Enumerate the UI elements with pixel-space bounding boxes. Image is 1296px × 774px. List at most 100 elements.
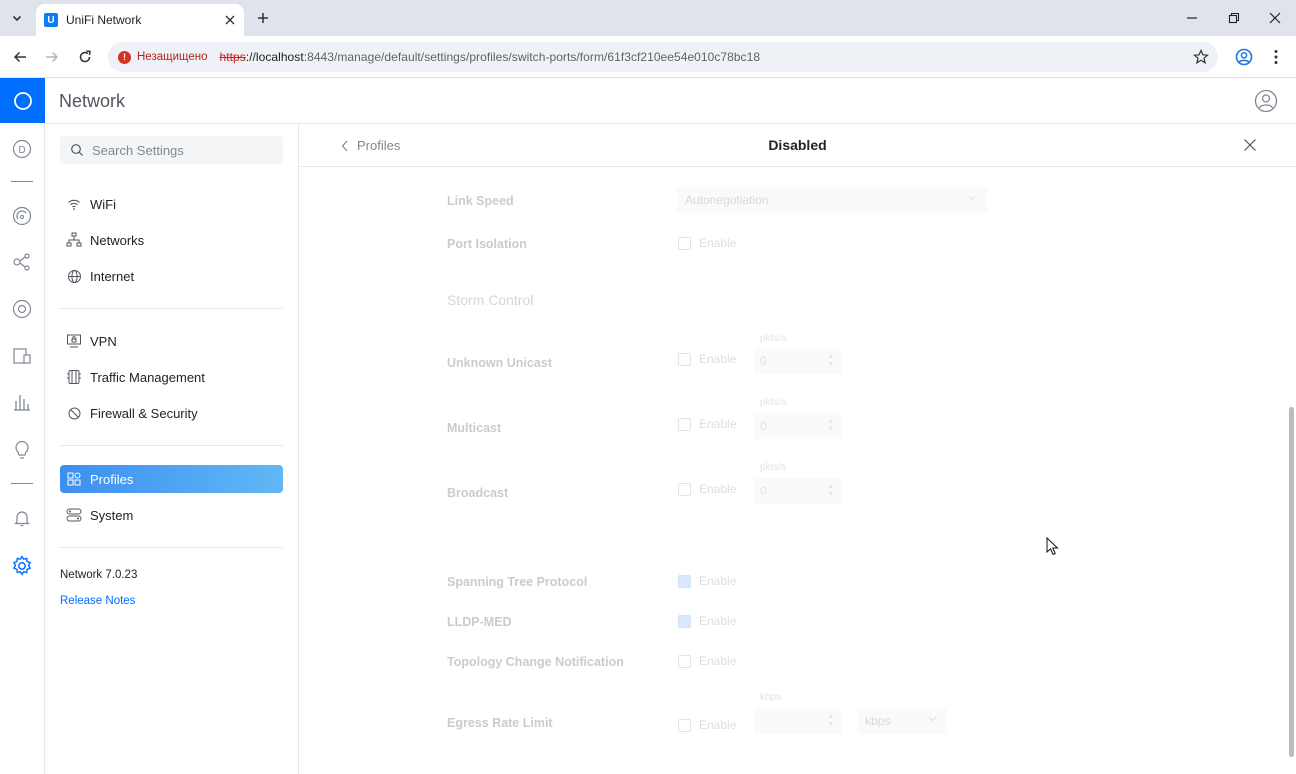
- sidebar-item-label: Networks: [90, 232, 145, 248]
- stepper-icon[interactable]: ▲ ▼: [827, 418, 834, 434]
- unknown-unicast-value: 0: [760, 354, 767, 368]
- chevron-down-icon: [968, 195, 977, 201]
- sidebar-item-internet[interactable]: Internet: [60, 262, 283, 290]
- browser-menu-button[interactable]: [1264, 45, 1288, 69]
- close-icon[interactable]: [1242, 137, 1258, 153]
- minimize-button[interactable]: [1180, 6, 1204, 30]
- arrow-left-icon: [13, 51, 26, 63]
- forward-nav-button[interactable]: [40, 45, 64, 69]
- sidebar-item-traffic-management[interactable]: Traffic Management: [60, 363, 283, 391]
- panel-header: Profiles Disabled: [299, 124, 1296, 167]
- port-isolation-enable-label: Enable: [699, 236, 737, 250]
- tcn-enable-label: Enable: [699, 654, 737, 668]
- unifi-logo-button[interactable]: [0, 78, 45, 123]
- multicast-unit: pkts/s: [760, 397, 787, 408]
- egress-rate-input[interactable]: ▲ ▼: [754, 708, 842, 734]
- reload-button[interactable]: [73, 45, 97, 69]
- sidebar-item-label: System: [90, 507, 134, 523]
- broadcast-unit: pkts/s: [760, 462, 787, 473]
- unknown-unicast-input[interactable]: 0 ▲ ▼: [754, 348, 842, 374]
- sidebar-item-wifi[interactable]: WiFi: [60, 190, 283, 218]
- rail-topology[interactable]: [10, 204, 34, 228]
- broadcast-enable-label: Enable: [699, 482, 737, 496]
- storm-control-heading: Storm Control: [447, 292, 534, 308]
- broadcast-input[interactable]: 0 ▲ ▼: [754, 478, 842, 504]
- profile-button[interactable]: [1232, 45, 1256, 69]
- stepper-icon[interactable]: ▲ ▼: [827, 353, 834, 369]
- scrollbar-thumb[interactable]: [1289, 407, 1294, 757]
- networks-icon: [66, 232, 82, 248]
- sidebar-divider: [60, 445, 283, 446]
- rail-divider: [11, 483, 33, 484]
- rail-clients[interactable]: [10, 297, 34, 321]
- account-circle-icon: [1235, 48, 1253, 66]
- statistics-icon: [14, 395, 30, 411]
- browser-tab-unifi[interactable]: U UniFi Network: [36, 4, 244, 36]
- sidebar-item-profiles[interactable]: Profiles: [60, 465, 283, 493]
- sidebar-item-networks[interactable]: Networks: [60, 226, 283, 254]
- unknown-unicast-checkbox[interactable]: [678, 353, 691, 366]
- stepper-icon[interactable]: ▲ ▼: [827, 483, 834, 499]
- multicast-checkbox[interactable]: [678, 418, 691, 431]
- window-close-button[interactable]: [1263, 6, 1287, 30]
- new-tab-button[interactable]: [253, 8, 273, 28]
- tcn-checkbox[interactable]: [678, 655, 691, 668]
- sidebar-item-firewall[interactable]: Firewall & Security: [60, 399, 283, 427]
- devices-icon: [13, 253, 30, 271]
- search-input[interactable]: [92, 142, 272, 158]
- rail-alerts[interactable]: [10, 506, 34, 530]
- rail-dashboard[interactable]: D: [10, 137, 34, 161]
- unknown-unicast-unit: pkts/s: [760, 333, 787, 344]
- release-notes-link[interactable]: Release Notes: [60, 595, 135, 607]
- egress-rate-limit-checkbox[interactable]: [678, 719, 691, 732]
- user-avatar-icon[interactable]: [1254, 89, 1278, 113]
- port-isolation-checkbox[interactable]: [678, 237, 691, 250]
- port-profile-form: Link Speed Autonegotiation Port Isolatio…: [299, 168, 1284, 768]
- security-label: Незащищено: [137, 51, 208, 63]
- broadcast-value: 0: [760, 484, 767, 498]
- broadcast-checkbox[interactable]: [678, 483, 691, 496]
- egress-unit-select[interactable]: kbps: [857, 708, 947, 734]
- chevron-down-icon: [928, 716, 937, 722]
- sidebar-item-system[interactable]: System: [60, 501, 283, 529]
- sidebar-divider: [60, 547, 283, 548]
- shield-icon: [66, 405, 82, 421]
- bell-icon: [14, 511, 30, 527]
- tab-search-button[interactable]: [6, 8, 28, 28]
- settings-sidebar: WiFi Networks Internet VPN Traffic Manag…: [45, 124, 299, 774]
- stp-enable-label: Enable: [699, 574, 737, 588]
- restore-button[interactable]: [1222, 6, 1246, 30]
- more-vertical-icon: [1274, 50, 1278, 64]
- stp-checkbox[interactable]: [678, 575, 691, 588]
- search-box[interactable]: [60, 136, 283, 164]
- sidebar-item-label: Internet: [90, 268, 135, 284]
- broadcast-label: Broadcast: [447, 486, 509, 500]
- tab-title: UniFi Network: [66, 13, 142, 27]
- url-path: :8443/manage/default/settings/profiles/s…: [303, 50, 761, 64]
- link-speed-select[interactable]: Autonegotiation: [677, 187, 987, 213]
- tab-close-button[interactable]: [222, 12, 238, 28]
- app-title: Network: [59, 91, 126, 111]
- url-text[interactable]: https://localhost:8443/manage/default/se…: [219, 50, 760, 64]
- rail-clients-devices[interactable]: [10, 344, 34, 368]
- security-indicator[interactable]: ! Незащищено: [118, 50, 208, 64]
- rail-settings[interactable]: [10, 554, 34, 578]
- rail-statistics[interactable]: [10, 390, 34, 414]
- insights-icon: [15, 441, 29, 459]
- bookmark-button[interactable]: [1192, 48, 1210, 66]
- form-scrollbar[interactable]: [1289, 168, 1295, 758]
- lldp-med-checkbox[interactable]: [678, 615, 691, 628]
- back-nav-button[interactable]: [8, 45, 32, 69]
- sidebar-item-label: VPN: [90, 333, 117, 349]
- unifi-favicon-icon: U: [44, 13, 58, 27]
- address-bar[interactable]: ! Незащищено https://localhost:8443/mana…: [108, 42, 1218, 72]
- mouse-cursor-icon: [1046, 537, 1059, 556]
- rail-insights[interactable]: [10, 438, 34, 462]
- multicast-enable-label: Enable: [699, 417, 737, 431]
- egress-rate-limit-label: Egress Rate Limit: [447, 716, 553, 730]
- sidebar-item-vpn[interactable]: VPN: [60, 327, 283, 355]
- rail-devices[interactable]: [10, 250, 34, 274]
- stepper-icon[interactable]: ▲ ▼: [827, 713, 834, 729]
- unknown-unicast-label: Unknown Unicast: [447, 356, 552, 370]
- multicast-input[interactable]: 0 ▲ ▼: [754, 413, 842, 439]
